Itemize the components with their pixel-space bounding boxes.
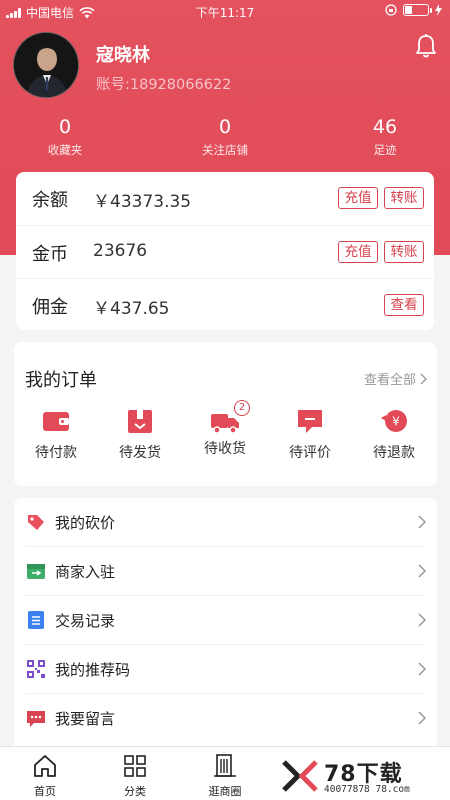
feature-menu: 我的砍价 商家入驻 交易记录 我的推荐码 我要留言 xyxy=(14,498,437,748)
balance-transfer-button[interactable]: 转账 xyxy=(384,187,424,209)
stat-favorites[interactable]: 0 收藏夹 xyxy=(5,116,125,158)
chevron-right-icon xyxy=(418,662,427,676)
menu-item-merchant-join-label: 商家入驻 xyxy=(55,563,116,581)
list-icon xyxy=(28,611,44,629)
site-watermark: 78下载 40077878 78.com xyxy=(280,756,440,798)
store-icon xyxy=(27,564,45,579)
menu-item-my-bargains[interactable]: 我的砍价 xyxy=(14,498,437,547)
stat-favorites-count: 0 xyxy=(58,116,72,138)
avatar[interactable] xyxy=(13,32,79,98)
menu-item-leave-message[interactable]: 我要留言 xyxy=(14,694,437,743)
home-icon xyxy=(34,755,56,777)
order-pending-shipment[interactable]: 待发货 xyxy=(100,402,180,462)
grid-icon xyxy=(124,755,146,777)
order-pending-review[interactable]: 待评价 xyxy=(270,402,350,462)
wallet-card: 余额 ￥43373.35 充值 转账 金币 23676 充值 转账 佣金 ￥43… xyxy=(16,172,434,330)
tab-category[interactable]: 分类 xyxy=(105,753,165,799)
chevron-right-icon xyxy=(418,564,427,578)
chevron-right-icon xyxy=(418,711,427,725)
coins-recharge-button[interactable]: 充值 xyxy=(338,241,378,263)
balance-value: ￥43373.35 xyxy=(93,192,192,212)
chevron-right-icon xyxy=(418,515,427,529)
tab-home-label: 首页 xyxy=(34,785,56,798)
order-pending-refund-label: 待退款 xyxy=(373,445,415,461)
coins-value: 23676 xyxy=(93,241,148,261)
stat-followed-shops[interactable]: 0 关注店铺 xyxy=(165,116,285,158)
coins-transfer-button[interactable]: 转账 xyxy=(384,241,424,263)
qrcode-icon xyxy=(27,660,45,678)
notification-bell-icon[interactable] xyxy=(414,33,438,59)
watermark-url: 40077878 78.com xyxy=(324,784,410,795)
menu-item-referral-code[interactable]: 我的推荐码 xyxy=(14,645,437,694)
building-icon xyxy=(214,754,236,777)
message-icon xyxy=(27,711,45,727)
commission-value: ￥437.65 xyxy=(93,299,170,319)
order-pending-review-label: 待评价 xyxy=(289,445,331,461)
tab-home[interactable]: 首页 xyxy=(15,753,75,799)
comment-icon xyxy=(298,410,322,433)
wallet-row-balance: 余额 ￥43373.35 充值 转账 xyxy=(16,172,434,224)
order-pending-refund[interactable]: ¥ 待退款 xyxy=(354,402,434,462)
profile-stats: 0 收藏夹 0 关注店铺 46 足迹 xyxy=(0,116,450,160)
stat-footprints-count: 46 xyxy=(372,116,398,138)
status-time: 下午11:17 xyxy=(195,6,255,20)
order-pending-payment-label: 待付款 xyxy=(35,445,77,461)
package-icon xyxy=(128,410,152,433)
balance-label: 余额 xyxy=(32,190,68,211)
svg-text:¥: ¥ xyxy=(392,415,400,429)
account-number: 账号:18928066622 xyxy=(96,77,232,93)
pending-receipt-count-badge: 2 xyxy=(234,400,250,416)
order-pending-receipt-label: 待收货 xyxy=(204,441,246,457)
stat-followed-shops-count: 0 xyxy=(218,116,232,138)
stat-footprints-label: 足迹 xyxy=(373,143,397,157)
menu-item-transaction-history-label: 交易记录 xyxy=(55,612,116,630)
chevron-right-icon xyxy=(418,613,427,627)
coins-label: 金币 xyxy=(32,244,68,265)
my-orders-card: 我的订单 查看全部 待付款 待发货 2 待收货 待评价 ¥ 待退款 xyxy=(14,342,437,486)
menu-item-leave-message-label: 我要留言 xyxy=(55,710,116,728)
order-pending-shipment-label: 待发货 xyxy=(119,445,161,461)
charging-icon xyxy=(435,4,442,16)
order-pending-payment[interactable]: 待付款 xyxy=(16,402,96,462)
balance-recharge-button[interactable]: 充值 xyxy=(338,187,378,209)
stat-favorites-label: 收藏夹 xyxy=(47,143,83,157)
battery-icon xyxy=(403,4,432,16)
stat-followed-shops-label: 关注店铺 xyxy=(202,143,248,157)
wallet-row-coins: 金币 23676 充值 转账 xyxy=(16,225,434,277)
commission-view-button[interactable]: 查看 xyxy=(384,294,424,316)
menu-item-transaction-history[interactable]: 交易记录 xyxy=(14,596,437,645)
tag-icon xyxy=(28,515,44,530)
tab-shopping-district[interactable]: 逛商圈 xyxy=(195,753,255,799)
orientation-lock-icon xyxy=(385,4,397,16)
menu-item-referral-code-label: 我的推荐码 xyxy=(55,661,131,679)
chevron-right-icon xyxy=(420,373,427,384)
view-all-orders-link[interactable]: 查看全部 xyxy=(364,369,427,388)
refund-icon: ¥ xyxy=(381,410,407,432)
wallet-row-commission: 佣金 ￥437.65 查看 xyxy=(16,278,434,330)
watermark-logo-icon xyxy=(282,760,318,792)
menu-item-merchant-join[interactable]: 商家入驻 xyxy=(14,547,437,596)
commission-label: 佣金 xyxy=(32,297,68,318)
tab-shopping-district-label: 逛商圈 xyxy=(208,785,242,798)
stat-footprints[interactable]: 46 足迹 xyxy=(325,116,445,158)
username: 寇晓林 xyxy=(96,45,150,66)
wallet-icon xyxy=(43,412,69,431)
orders-title: 我的订单 xyxy=(25,370,97,391)
tab-category-label: 分类 xyxy=(124,785,146,798)
avatar-photo-icon xyxy=(14,33,78,97)
order-pending-receipt[interactable]: 2 待收货 xyxy=(185,400,265,458)
status-bar: 中国电信 下午11:17 xyxy=(0,0,450,24)
menu-item-my-bargains-label: 我的砍价 xyxy=(55,514,116,532)
view-all-orders-label: 查看全部 xyxy=(363,373,416,388)
